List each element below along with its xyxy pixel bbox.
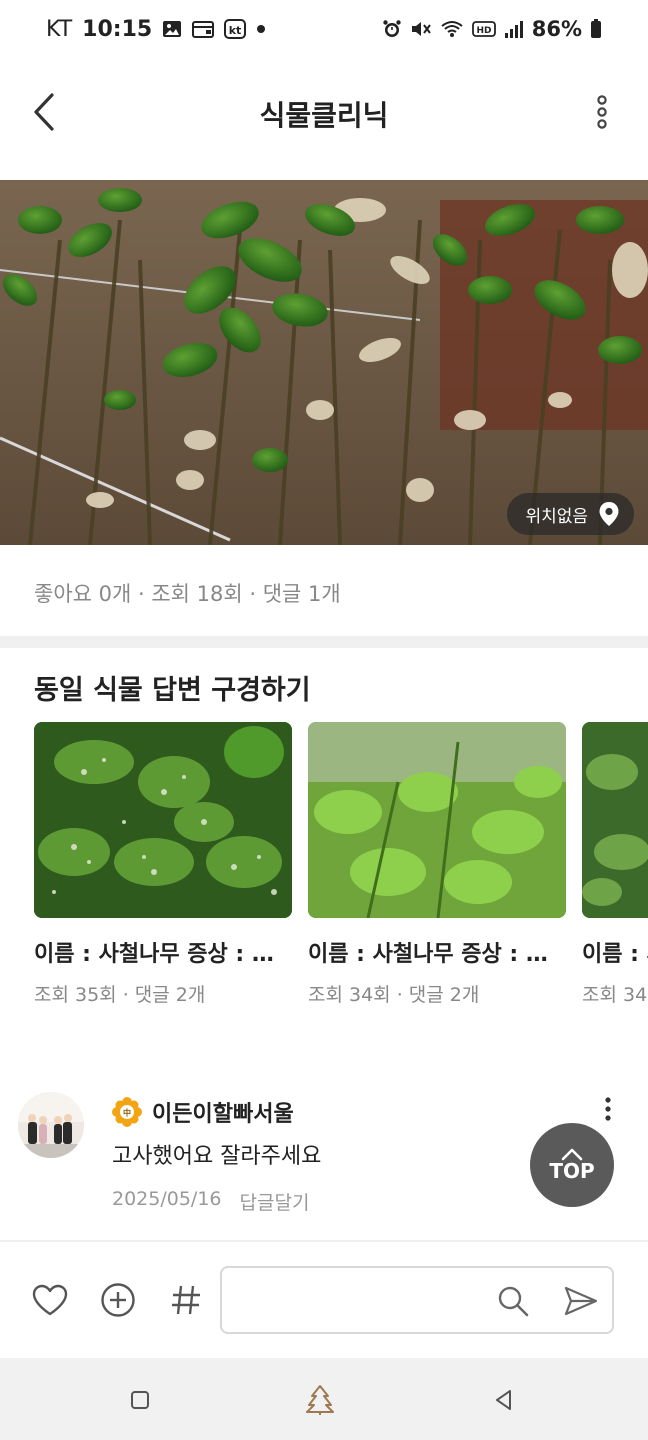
post-photo[interactable]: 위치없음 (0, 180, 648, 545)
mute-icon (410, 19, 432, 39)
carrier-label: KT (46, 16, 73, 42)
section-divider (0, 636, 648, 648)
scroll-top-button[interactable]: TOP (530, 1123, 614, 1207)
location-chip[interactable]: 위치없음 (507, 493, 634, 535)
heart-icon (32, 1284, 68, 1316)
wifi-icon (440, 19, 464, 39)
plus-circle-icon (101, 1283, 135, 1317)
related-card[interactable]: 이름 : 사철나무 증상 : 잎에 흰 반점 조회 35회 · 댓글 2개 (34, 722, 292, 1007)
related-card-title: 이름 : 사철나무 증상 : 잎에 흰 반점 (34, 942, 274, 967)
comment-date: 2025/05/16 (112, 1188, 222, 1210)
hd-voice-icon: HD (471, 19, 496, 39)
post-stats: 좋아요 0개 · 조회 18회 · 댓글 1개 (34, 582, 341, 606)
gallery-notification-icon (162, 19, 182, 39)
home-tree-icon (306, 1385, 334, 1415)
add-attachment-button[interactable] (98, 1280, 138, 1320)
comment-meta: 2025/05/16 답글달기 (112, 1188, 309, 1215)
grade-badge-icon: 中 (112, 1097, 142, 1127)
related-cards-carousel[interactable]: 이름 : 사철나무 증상 : 잎에 흰 반점 조회 35회 · 댓글 2개 이름… (34, 722, 648, 1012)
related-card-title: 이름 : 사철나무 증상 : 잎이 노랗게 (308, 942, 548, 967)
related-card-meta: 조회 34회 · 댓글 2개 (308, 984, 480, 1006)
clock: 10:15 (82, 16, 153, 42)
scroll-top-label: TOP (549, 1159, 595, 1183)
back-triangle-icon (496, 1390, 511, 1410)
back-nav-button[interactable] (484, 1380, 524, 1420)
home-button[interactable] (300, 1380, 340, 1420)
search-button[interactable] (494, 1282, 532, 1320)
related-section-title: 동일 식물 답변 구경하기 (34, 675, 311, 706)
hashtag-button[interactable] (166, 1280, 206, 1320)
related-card-image (308, 722, 566, 918)
comment-author-row: 中 이든이할빠서울 (112, 1096, 294, 1128)
wallet-notification-icon (192, 19, 215, 39)
reply-button[interactable]: 답글달기 (240, 1188, 310, 1215)
related-card[interactable]: 이름 : 사철나무 증상 조회 34회 · 댓글 2개 (582, 722, 648, 1007)
comment-box (220, 1266, 614, 1334)
plant-photo-image (0, 180, 648, 545)
comment-text: 고사했어요 잘라주세요 (112, 1144, 322, 1169)
related-card-title: 이름 : 사철나무 증상 (582, 942, 648, 967)
comment-input-bar (0, 1242, 648, 1358)
hashtag-icon (172, 1285, 200, 1315)
send-icon (564, 1286, 598, 1316)
page-title: 식물클리닉 (259, 99, 389, 132)
battery-icon (590, 19, 602, 39)
status-left: KT 10:15 kt (46, 17, 266, 42)
location-pin-icon (599, 502, 619, 526)
alarm-icon (382, 19, 402, 39)
search-icon (498, 1286, 529, 1317)
recent-apps-button[interactable] (120, 1380, 160, 1420)
more-vertical-icon (597, 95, 607, 129)
status-right: HD 86% (382, 17, 602, 41)
avatar[interactable] (18, 1092, 84, 1158)
dot-notification-icon (256, 24, 266, 34)
related-card[interactable]: 이름 : 사철나무 증상 : 잎이 노랗게 조회 34회 · 댓글 2개 (308, 722, 566, 1007)
signal-icon (504, 19, 524, 39)
app-header: 식물클리닉 (0, 58, 648, 170)
svg-text:HD: HD (476, 26, 491, 36)
related-card-meta: 조회 35회 · 댓글 2개 (34, 984, 206, 1006)
like-button[interactable] (30, 1280, 70, 1320)
send-button[interactable] (562, 1282, 600, 1320)
location-label: 위치없음 (525, 506, 588, 527)
comment-input[interactable] (236, 1278, 486, 1322)
related-card-image (34, 722, 292, 918)
comment-author-name[interactable]: 이든이할빠서울 (152, 1096, 294, 1128)
more-options-button[interactable] (590, 92, 614, 132)
more-vertical-icon (605, 1097, 611, 1121)
status-bar: KT 10:15 kt HD 86% (0, 0, 648, 58)
kt-notification-icon: kt (224, 19, 247, 39)
related-card-meta: 조회 34회 · 댓글 2개 (582, 984, 648, 1006)
recent-apps-icon (131, 1391, 149, 1409)
svg-text:中: 中 (123, 1108, 131, 1118)
svg-text:kt: kt (229, 24, 242, 37)
system-nav-bar (0, 1358, 648, 1440)
battery-percent: 86% (531, 17, 582, 41)
comment-more-button[interactable] (598, 1094, 618, 1124)
related-card-image (582, 722, 648, 918)
